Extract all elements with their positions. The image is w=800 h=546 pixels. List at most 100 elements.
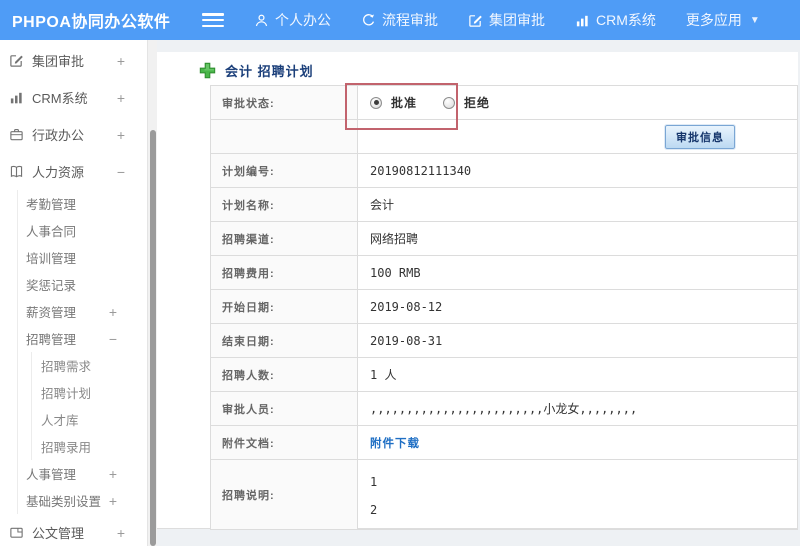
nav-crm-system[interactable]: CRM系统 xyxy=(575,10,656,30)
sidebar-item-salary[interactable]: 薪资管理 + xyxy=(18,298,147,325)
sidebar-item-training[interactable]: 培训管理 xyxy=(18,244,147,271)
person-icon xyxy=(255,14,268,26)
description-line: 2 xyxy=(370,503,378,517)
radio-approve[interactable] xyxy=(370,96,382,109)
sidebar-item-label: 考勤管理 xyxy=(26,198,77,212)
attachment-download-link[interactable]: 附件下载 xyxy=(370,436,420,450)
sidebar-item-talent-pool[interactable]: 人才库 xyxy=(32,406,147,433)
hamburger-menu-icon[interactable] xyxy=(202,13,224,27)
nav-label: 流程审批 xyxy=(382,12,438,28)
nav-more-apps[interactable]: 更多应用 ▼ xyxy=(686,10,760,30)
expand-icon[interactable]: + xyxy=(117,127,125,143)
approval-info-button[interactable]: 审批信息 xyxy=(664,123,736,150)
page-header: 会计 招聘计划 xyxy=(157,52,798,80)
nav-label: CRM系统 xyxy=(596,12,656,28)
sidebar-item-label: 招聘录用 xyxy=(41,441,92,455)
form-row-headcount: 招聘人数: 1 人 xyxy=(210,357,798,392)
sidebar-item-label: 招聘需求 xyxy=(41,360,92,374)
field-label: 招聘说明: xyxy=(210,459,358,530)
form-row-end-date: 结束日期: 2019-08-31 xyxy=(210,323,798,358)
field-value: 2019-08-12 xyxy=(357,289,798,324)
expand-icon[interactable]: + xyxy=(109,493,117,509)
nav-label: 个人办公 xyxy=(275,12,331,28)
sidebar-item-recruit-hire[interactable]: 招聘录用 xyxy=(32,433,147,460)
expand-icon[interactable]: + xyxy=(117,525,125,541)
sidebar-item-label: 人事合同 xyxy=(26,225,77,239)
field-value: 2019-08-31 xyxy=(357,323,798,358)
field-label: 审批状态: xyxy=(210,85,358,120)
description-line: 1 xyxy=(370,475,378,489)
expand-icon[interactable]: + xyxy=(109,466,117,482)
sidebar-item-label: 行政办公 xyxy=(32,128,85,143)
caret-down-icon: ▼ xyxy=(749,14,760,26)
bar-chart-icon xyxy=(10,92,22,104)
field-label: 附件文档: xyxy=(210,425,358,460)
sidebar-item-label: 奖惩记录 xyxy=(26,279,77,293)
bar-chart-icon xyxy=(576,15,588,26)
sidebar-item-crm[interactable]: CRM系统 + xyxy=(0,79,147,116)
field-value: 20190812111340 xyxy=(357,153,798,188)
sidebar-item-personnel-mgmt[interactable]: 人事管理 + xyxy=(18,460,147,487)
sidebar-item-human-resources[interactable]: 人力资源 − xyxy=(0,153,147,190)
sidebar-scrollbar-track[interactable] xyxy=(147,40,157,546)
field-value: ,,,,,,,,,,,,,,,,,,,,,,,,小龙女,,,,,,,, xyxy=(357,391,798,426)
sidebar-item-rewards[interactable]: 奖惩记录 xyxy=(18,271,147,298)
field-label: 计划名称: xyxy=(210,187,358,222)
field-label: 招聘人数: xyxy=(210,357,358,392)
sidebar-item-label: 人才库 xyxy=(41,414,79,428)
radio-approve-label: 批准 xyxy=(391,96,418,110)
form-row-approval-info: 审批信息 xyxy=(210,119,798,154)
nav-label: 集团审批 xyxy=(489,12,545,28)
sidebar-item-label: 基础类别设置 xyxy=(26,495,102,509)
sidebar-item-recruit-plan[interactable]: 招聘计划 xyxy=(32,379,147,406)
field-label: 开始日期: xyxy=(210,289,358,324)
sidebar-item-group-approval[interactable]: 集团审批 + xyxy=(0,42,147,79)
sidebar-item-label: 集团审批 xyxy=(32,54,85,69)
form-row-attachment: 附件文档: 附件下载 xyxy=(210,425,798,460)
sidebar-item-admin-office[interactable]: 行政办公 + xyxy=(0,116,147,153)
form-row-plan-number: 计划编号: 20190812111340 xyxy=(210,153,798,188)
briefcase-icon xyxy=(10,128,23,141)
form-row-recruit-channel: 招聘渠道: 网络招聘 xyxy=(210,221,798,256)
expand-icon[interactable]: + xyxy=(109,304,117,320)
field-value: 1 人 xyxy=(357,357,798,392)
sidebar: 集团审批 + CRM系统 + 行政办公 + 人力资源 − 考勤管理 人事合同 培… xyxy=(0,40,147,546)
edit-icon xyxy=(10,55,23,67)
approval-radio-group: 批准 拒绝 xyxy=(370,94,797,111)
sidebar-item-base-category[interactable]: 基础类别设置 + xyxy=(18,487,147,514)
sidebar-scrollbar-thumb[interactable] xyxy=(150,130,156,546)
sidebar-item-label: CRM系统 xyxy=(32,91,88,106)
field-value: 网络招聘 xyxy=(357,221,798,256)
field-value: 100 RMB xyxy=(357,255,798,290)
hr-submenu: 考勤管理 人事合同 培训管理 奖惩记录 薪资管理 + 招聘管理 − 招聘需求 招… xyxy=(17,190,147,514)
sidebar-item-label: 薪资管理 xyxy=(26,306,77,320)
edit-icon xyxy=(469,14,482,27)
page-title: 会计 招聘计划 xyxy=(225,64,314,79)
expand-icon[interactable]: + xyxy=(117,53,125,69)
sidebar-item-hr-contract[interactable]: 人事合同 xyxy=(18,217,147,244)
form-row-plan-name: 计划名称: 会计 xyxy=(210,187,798,222)
collapse-icon[interactable]: − xyxy=(109,331,117,347)
sidebar-item-recruit-demand[interactable]: 招聘需求 xyxy=(32,352,147,379)
sidebar-item-official-docs[interactable]: 公文管理 + xyxy=(0,514,147,546)
radio-reject[interactable] xyxy=(443,96,456,109)
field-label: 招聘渠道: xyxy=(210,221,358,256)
nav-personal-office[interactable]: 个人办公 xyxy=(254,10,331,30)
form-row-description: 招聘说明: 1 2 xyxy=(210,459,798,530)
form-row-start-date: 开始日期: 2019-08-12 xyxy=(210,289,798,324)
sidebar-item-attendance[interactable]: 考勤管理 xyxy=(18,190,147,217)
collapse-icon[interactable]: − xyxy=(117,164,125,180)
sidebar-item-label: 人力资源 xyxy=(32,165,85,180)
top-nav: 个人办公 流程审批 集团审批 CRM系统 更多应用 ▼ xyxy=(254,10,790,30)
nav-process-approval[interactable]: 流程审批 xyxy=(361,10,438,30)
field-value: 会计 xyxy=(357,187,798,222)
sidebar-item-label: 公文管理 xyxy=(32,526,85,541)
sidebar-item-label: 招聘计划 xyxy=(41,387,92,401)
expand-icon[interactable]: + xyxy=(117,90,125,106)
process-icon xyxy=(363,13,375,25)
app-title: PHPOA协同办公软件 xyxy=(12,14,171,31)
sidebar-item-recruit-mgmt[interactable]: 招聘管理 − xyxy=(18,325,147,352)
nav-group-approval[interactable]: 集团审批 xyxy=(468,10,545,30)
field-label: 结束日期: xyxy=(210,323,358,358)
recruit-submenu: 招聘需求 招聘计划 人才库 招聘录用 xyxy=(31,352,147,460)
